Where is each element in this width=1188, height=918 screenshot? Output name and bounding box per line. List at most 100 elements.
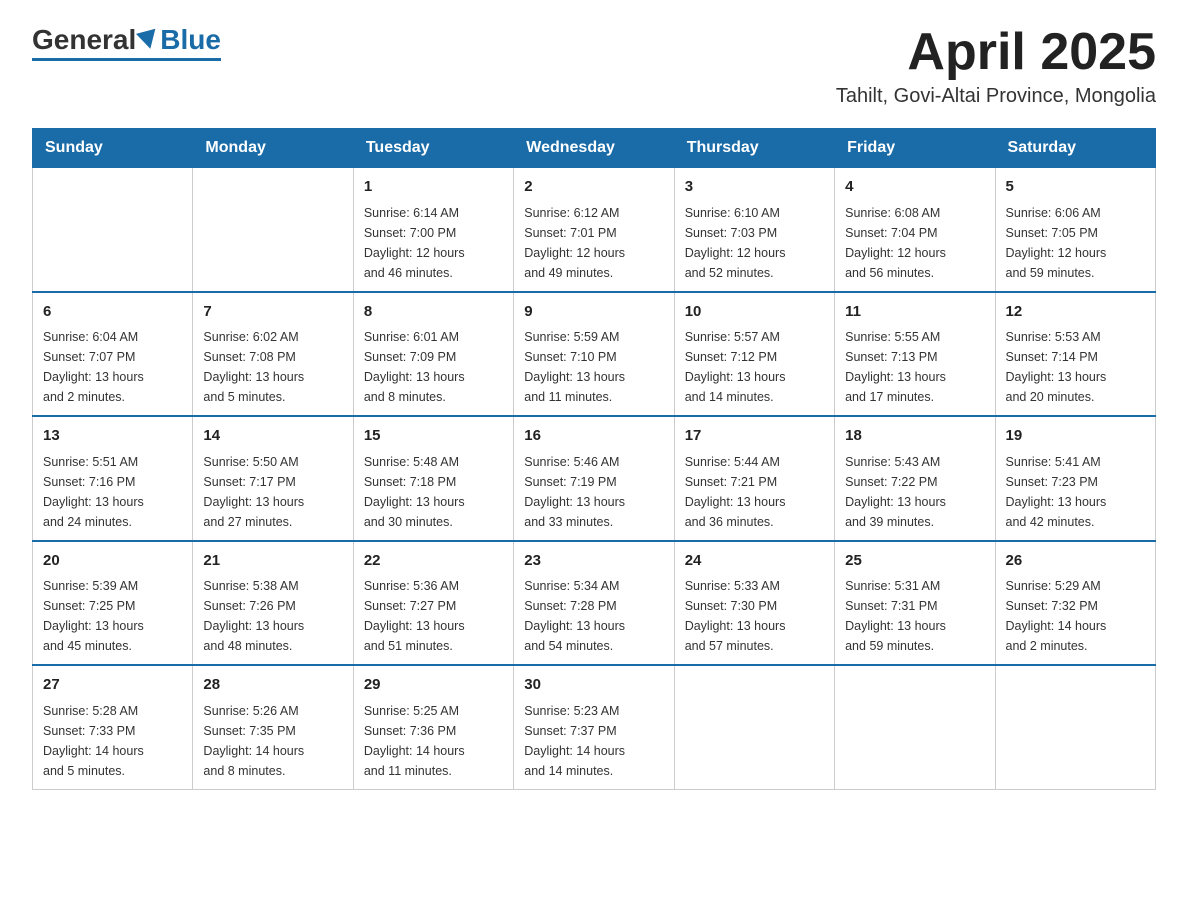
- calendar-day-9: 9 Sunrise: 5:59 AM Sunset: 7:10 PM Daylig…: [514, 292, 674, 417]
- calendar-day-8: 8 Sunrise: 6:01 AM Sunset: 7:09 PM Daylig…: [353, 292, 513, 417]
- day-number: 13: [43, 425, 182, 448]
- day-number: 4: [845, 176, 984, 199]
- calendar-day-24: 24 Sunrise: 5:33 AM Sunset: 7:30 PM Dayli…: [674, 541, 834, 666]
- day-number: 6: [43, 301, 182, 324]
- day-info: Sunrise: 6:08 AM Sunset: 7:04 PM Dayligh…: [845, 203, 984, 283]
- calendar-header-tuesday: Tuesday: [353, 129, 513, 168]
- calendar-day-29: 29 Sunrise: 5:25 AM Sunset: 7:36 PM Dayli…: [353, 665, 513, 789]
- day-number: 16: [524, 425, 663, 448]
- day-info: Sunrise: 6:01 AM Sunset: 7:09 PM Dayligh…: [364, 327, 503, 407]
- calendar-day-13: 13 Sunrise: 5:51 AM Sunset: 7:16 PM Dayli…: [33, 416, 193, 541]
- day-number: 9: [524, 301, 663, 324]
- day-number: 10: [685, 301, 824, 324]
- day-number: 5: [1006, 176, 1145, 199]
- calendar-day-26: 26Sunrise: 5:29 AM Sunset: 7:32 PM Dayli…: [995, 541, 1155, 666]
- day-number: 7: [203, 301, 342, 324]
- calendar-day-27: 27 Sunrise: 5:28 AM Sunset: 7:33 PM Dayli…: [33, 665, 193, 789]
- calendar-week-row: 20 Sunrise: 5:39 AM Sunset: 7:25 PM Dayli…: [33, 541, 1156, 666]
- calendar-header-sunday: Sunday: [33, 129, 193, 168]
- calendar-week-row: 6Sunrise: 6:04 AM Sunset: 7:07 PM Daylig…: [33, 292, 1156, 417]
- calendar-header-friday: Friday: [835, 129, 995, 168]
- calendar-day-10: 10Sunrise: 5:57 AM Sunset: 7:12 PM Dayli…: [674, 292, 834, 417]
- day-info: Sunrise: 5:43 AM Sunset: 7:22 PM Dayligh…: [845, 452, 984, 532]
- calendar-week-row: 1 Sunrise: 6:14 AM Sunset: 7:00 PM Daylig…: [33, 168, 1156, 292]
- day-number: 20: [43, 550, 182, 573]
- title-block: April 2025 Tahilt, Govi-Altai Province, …: [836, 24, 1156, 108]
- day-info: Sunrise: 5:51 AM Sunset: 7:16 PM Dayligh…: [43, 452, 182, 532]
- calendar-day-15: 15Sunrise: 5:48 AM Sunset: 7:18 PM Dayli…: [353, 416, 513, 541]
- calendar-table: SundayMondayTuesdayWednesdayThursdayFrid…: [32, 128, 1156, 790]
- day-number: 24: [685, 550, 824, 573]
- calendar-day-5: 5 Sunrise: 6:06 AM Sunset: 7:05 PM Daylig…: [995, 168, 1155, 292]
- day-number: 27: [43, 674, 182, 697]
- calendar-day-6: 6Sunrise: 6:04 AM Sunset: 7:07 PM Daylig…: [33, 292, 193, 417]
- calendar-day-7: 7Sunrise: 6:02 AM Sunset: 7:08 PM Daylig…: [193, 292, 353, 417]
- day-number: 19: [1006, 425, 1145, 448]
- day-info: Sunrise: 5:25 AM Sunset: 7:36 PM Dayligh…: [364, 701, 503, 781]
- calendar-day-28: 28Sunrise: 5:26 AM Sunset: 7:35 PM Dayli…: [193, 665, 353, 789]
- calendar-day-1: 1 Sunrise: 6:14 AM Sunset: 7:00 PM Daylig…: [353, 168, 513, 292]
- calendar-empty-cell: [835, 665, 995, 789]
- day-info: Sunrise: 6:10 AM Sunset: 7:03 PM Dayligh…: [685, 203, 824, 283]
- day-number: 14: [203, 425, 342, 448]
- page-title: April 2025: [836, 24, 1156, 81]
- day-info: Sunrise: 5:59 AM Sunset: 7:10 PM Dayligh…: [524, 327, 663, 407]
- day-info: Sunrise: 5:36 AM Sunset: 7:27 PM Dayligh…: [364, 576, 503, 656]
- logo: General Blue: [32, 24, 221, 61]
- calendar-day-2: 2 Sunrise: 6:12 AM Sunset: 7:01 PM Daylig…: [514, 168, 674, 292]
- page-subtitle: Tahilt, Govi-Altai Province, Mongolia: [836, 85, 1156, 108]
- calendar-empty-cell: [193, 168, 353, 292]
- day-info: Sunrise: 5:28 AM Sunset: 7:33 PM Dayligh…: [43, 701, 182, 781]
- calendar-header-monday: Monday: [193, 129, 353, 168]
- day-number: 22: [364, 550, 503, 573]
- page-header: General Blue April 2025 Tahilt, Govi-Alt…: [32, 24, 1156, 108]
- day-number: 29: [364, 674, 503, 697]
- calendar-day-14: 14 Sunrise: 5:50 AM Sunset: 7:17 PM Dayli…: [193, 416, 353, 541]
- day-number: 17: [685, 425, 824, 448]
- logo-triangle-icon: [136, 29, 160, 52]
- calendar-day-11: 11 Sunrise: 5:55 AM Sunset: 7:13 PM Dayli…: [835, 292, 995, 417]
- calendar-week-row: 27 Sunrise: 5:28 AM Sunset: 7:33 PM Dayli…: [33, 665, 1156, 789]
- day-number: 3: [685, 176, 824, 199]
- day-number: 2: [524, 176, 663, 199]
- day-number: 23: [524, 550, 663, 573]
- logo-blue-text: Blue: [160, 24, 221, 56]
- calendar-day-4: 4 Sunrise: 6:08 AM Sunset: 7:04 PM Daylig…: [835, 168, 995, 292]
- day-info: Sunrise: 5:38 AM Sunset: 7:26 PM Dayligh…: [203, 576, 342, 656]
- day-info: Sunrise: 6:06 AM Sunset: 7:05 PM Dayligh…: [1006, 203, 1145, 283]
- calendar-day-22: 22 Sunrise: 5:36 AM Sunset: 7:27 PM Dayli…: [353, 541, 513, 666]
- calendar-header-wednesday: Wednesday: [514, 129, 674, 168]
- day-number: 26: [1006, 550, 1145, 573]
- day-number: 15: [364, 425, 503, 448]
- day-info: Sunrise: 5:26 AM Sunset: 7:35 PM Dayligh…: [203, 701, 342, 781]
- calendar-day-12: 12Sunrise: 5:53 AM Sunset: 7:14 PM Dayli…: [995, 292, 1155, 417]
- day-info: Sunrise: 5:33 AM Sunset: 7:30 PM Dayligh…: [685, 576, 824, 656]
- day-number: 8: [364, 301, 503, 324]
- day-info: Sunrise: 5:39 AM Sunset: 7:25 PM Dayligh…: [43, 576, 182, 656]
- calendar-day-3: 3 Sunrise: 6:10 AM Sunset: 7:03 PM Daylig…: [674, 168, 834, 292]
- day-info: Sunrise: 5:50 AM Sunset: 7:17 PM Dayligh…: [203, 452, 342, 532]
- day-info: Sunrise: 6:14 AM Sunset: 7:00 PM Dayligh…: [364, 203, 503, 283]
- day-info: Sunrise: 5:46 AM Sunset: 7:19 PM Dayligh…: [524, 452, 663, 532]
- day-info: Sunrise: 5:41 AM Sunset: 7:23 PM Dayligh…: [1006, 452, 1145, 532]
- day-number: 12: [1006, 301, 1145, 324]
- calendar-day-23: 23Sunrise: 5:34 AM Sunset: 7:28 PM Dayli…: [514, 541, 674, 666]
- day-number: 30: [524, 674, 663, 697]
- calendar-day-21: 21 Sunrise: 5:38 AM Sunset: 7:26 PM Dayli…: [193, 541, 353, 666]
- day-info: Sunrise: 5:31 AM Sunset: 7:31 PM Dayligh…: [845, 576, 984, 656]
- calendar-day-19: 19 Sunrise: 5:41 AM Sunset: 7:23 PM Dayli…: [995, 416, 1155, 541]
- calendar-day-18: 18 Sunrise: 5:43 AM Sunset: 7:22 PM Dayli…: [835, 416, 995, 541]
- day-number: 11: [845, 301, 984, 324]
- calendar-empty-cell: [995, 665, 1155, 789]
- day-number: 21: [203, 550, 342, 573]
- calendar-day-25: 25Sunrise: 5:31 AM Sunset: 7:31 PM Dayli…: [835, 541, 995, 666]
- calendar-header-thursday: Thursday: [674, 129, 834, 168]
- day-number: 18: [845, 425, 984, 448]
- day-number: 1: [364, 176, 503, 199]
- day-info: Sunrise: 6:12 AM Sunset: 7:01 PM Dayligh…: [524, 203, 663, 283]
- calendar-day-16: 16 Sunrise: 5:46 AM Sunset: 7:19 PM Dayli…: [514, 416, 674, 541]
- logo-general-text: General: [32, 24, 136, 56]
- day-info: Sunrise: 5:55 AM Sunset: 7:13 PM Dayligh…: [845, 327, 984, 407]
- calendar-day-20: 20 Sunrise: 5:39 AM Sunset: 7:25 PM Dayli…: [33, 541, 193, 666]
- logo-underline: [32, 58, 221, 61]
